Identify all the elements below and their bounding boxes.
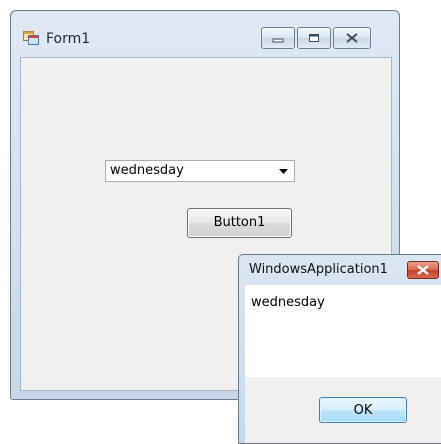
title-bar[interactable]: Form1 [11, 11, 399, 57]
button1-label: Button1 [213, 215, 266, 230]
button1[interactable]: Button1 [187, 208, 292, 238]
app-icon [23, 29, 39, 45]
messagebox-title: WindowsApplication1 [249, 262, 388, 277]
maximize-icon [309, 34, 319, 42]
messagebox-close-button[interactable] [407, 261, 439, 279]
close-icon [417, 265, 429, 275]
message-box: WindowsApplication1 wednesday OK [238, 254, 441, 444]
window-title: Form1 [46, 31, 91, 47]
minimize-icon [272, 38, 284, 43]
ok-button[interactable]: OK [319, 397, 407, 423]
minimize-button[interactable] [261, 27, 295, 49]
combobox-value: wednesday [110, 163, 184, 178]
chevron-down-icon[interactable] [279, 169, 288, 174]
ok-label: OK [353, 403, 373, 418]
maximize-button[interactable] [297, 27, 331, 49]
close-icon [346, 33, 358, 43]
close-button[interactable] [333, 27, 371, 49]
messagebox-text: wednesday [251, 295, 325, 310]
day-combobox[interactable]: wednesday [105, 160, 295, 182]
